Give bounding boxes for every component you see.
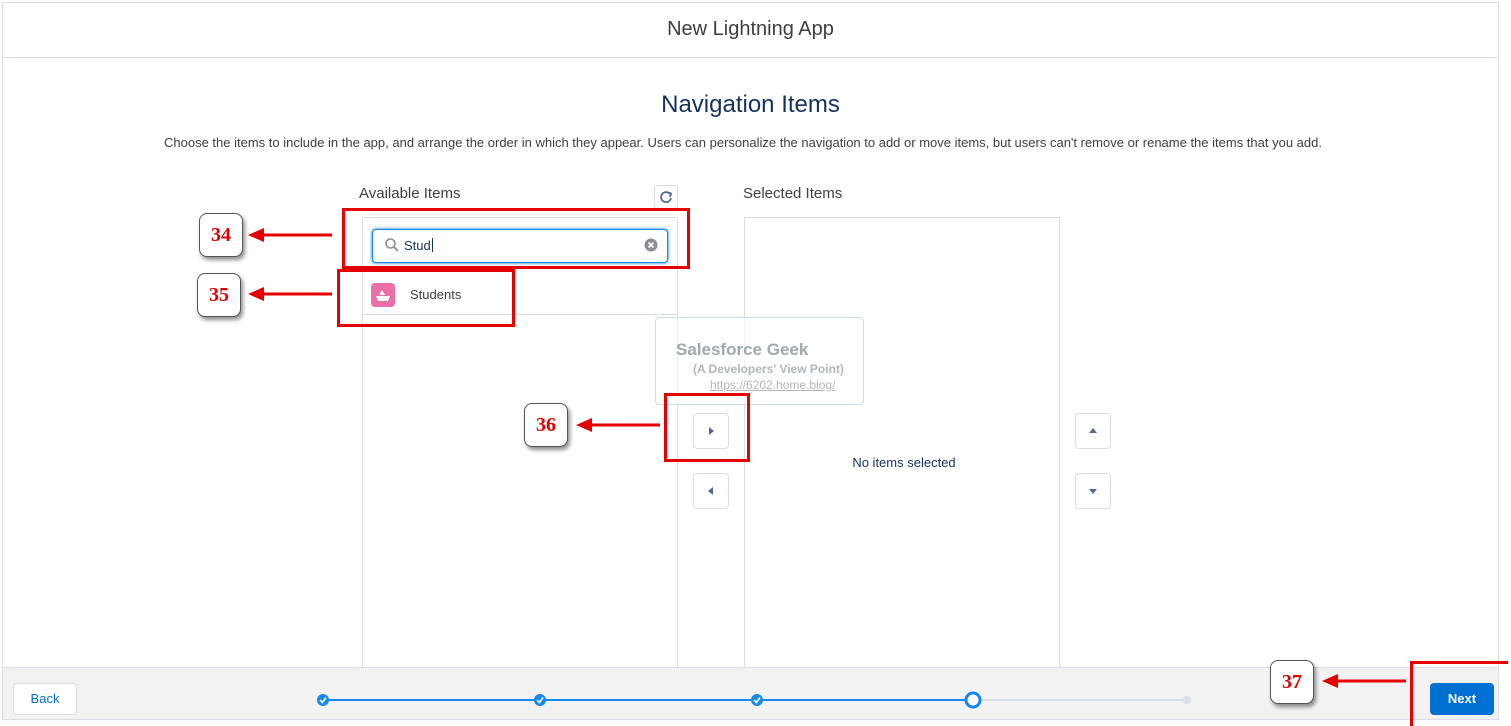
annotation-badge-35: 35 xyxy=(197,273,241,317)
annotation-badge-37: 37 xyxy=(1270,660,1314,704)
annotation-badge-36: 36 xyxy=(524,403,568,447)
annotation-badge-34: 34 xyxy=(199,213,243,257)
annotation-arrows xyxy=(248,228,1406,688)
